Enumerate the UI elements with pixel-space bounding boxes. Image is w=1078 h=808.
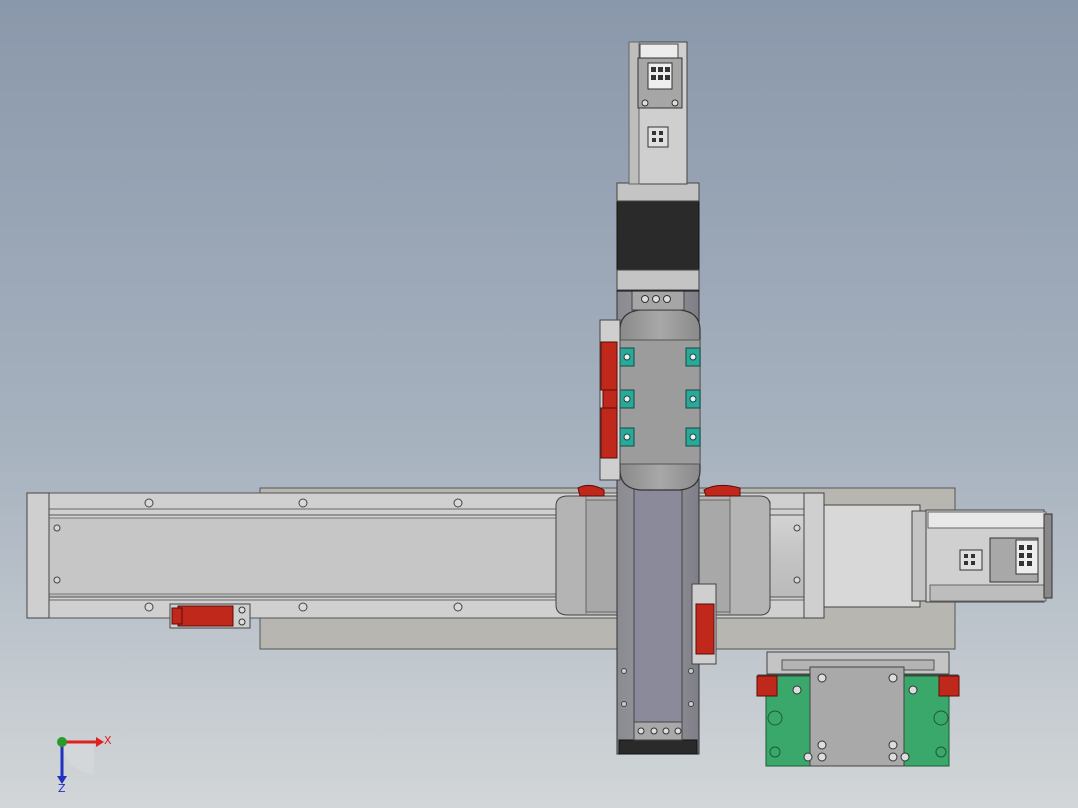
x-axis-module[interactable] (26, 487, 956, 650)
x-axis-end-cap-left (26, 492, 50, 619)
cad-viewport[interactable]: X Z (0, 0, 1078, 808)
x-axis-label: X (104, 734, 112, 747)
coordinate-triad: X Z (57, 734, 112, 795)
mounting-bracket[interactable] (756, 651, 960, 767)
x-axis-end-cap-right (803, 492, 825, 619)
x-axis-rail-channel (44, 517, 566, 595)
y-axis-end-cap-bottom (618, 739, 698, 755)
y-axis-limit-sensor[interactable] (599, 319, 621, 481)
y-axis-dot (57, 737, 67, 747)
y-axis-lower-sensor[interactable] (691, 583, 717, 665)
z-axis-label: Z (58, 782, 66, 795)
y-axis-module[interactable] (616, 41, 701, 755)
x-axis-motor[interactable] (823, 504, 1053, 608)
x-axis-limit-sensor[interactable] (169, 603, 251, 629)
x-motor-body (823, 504, 921, 608)
